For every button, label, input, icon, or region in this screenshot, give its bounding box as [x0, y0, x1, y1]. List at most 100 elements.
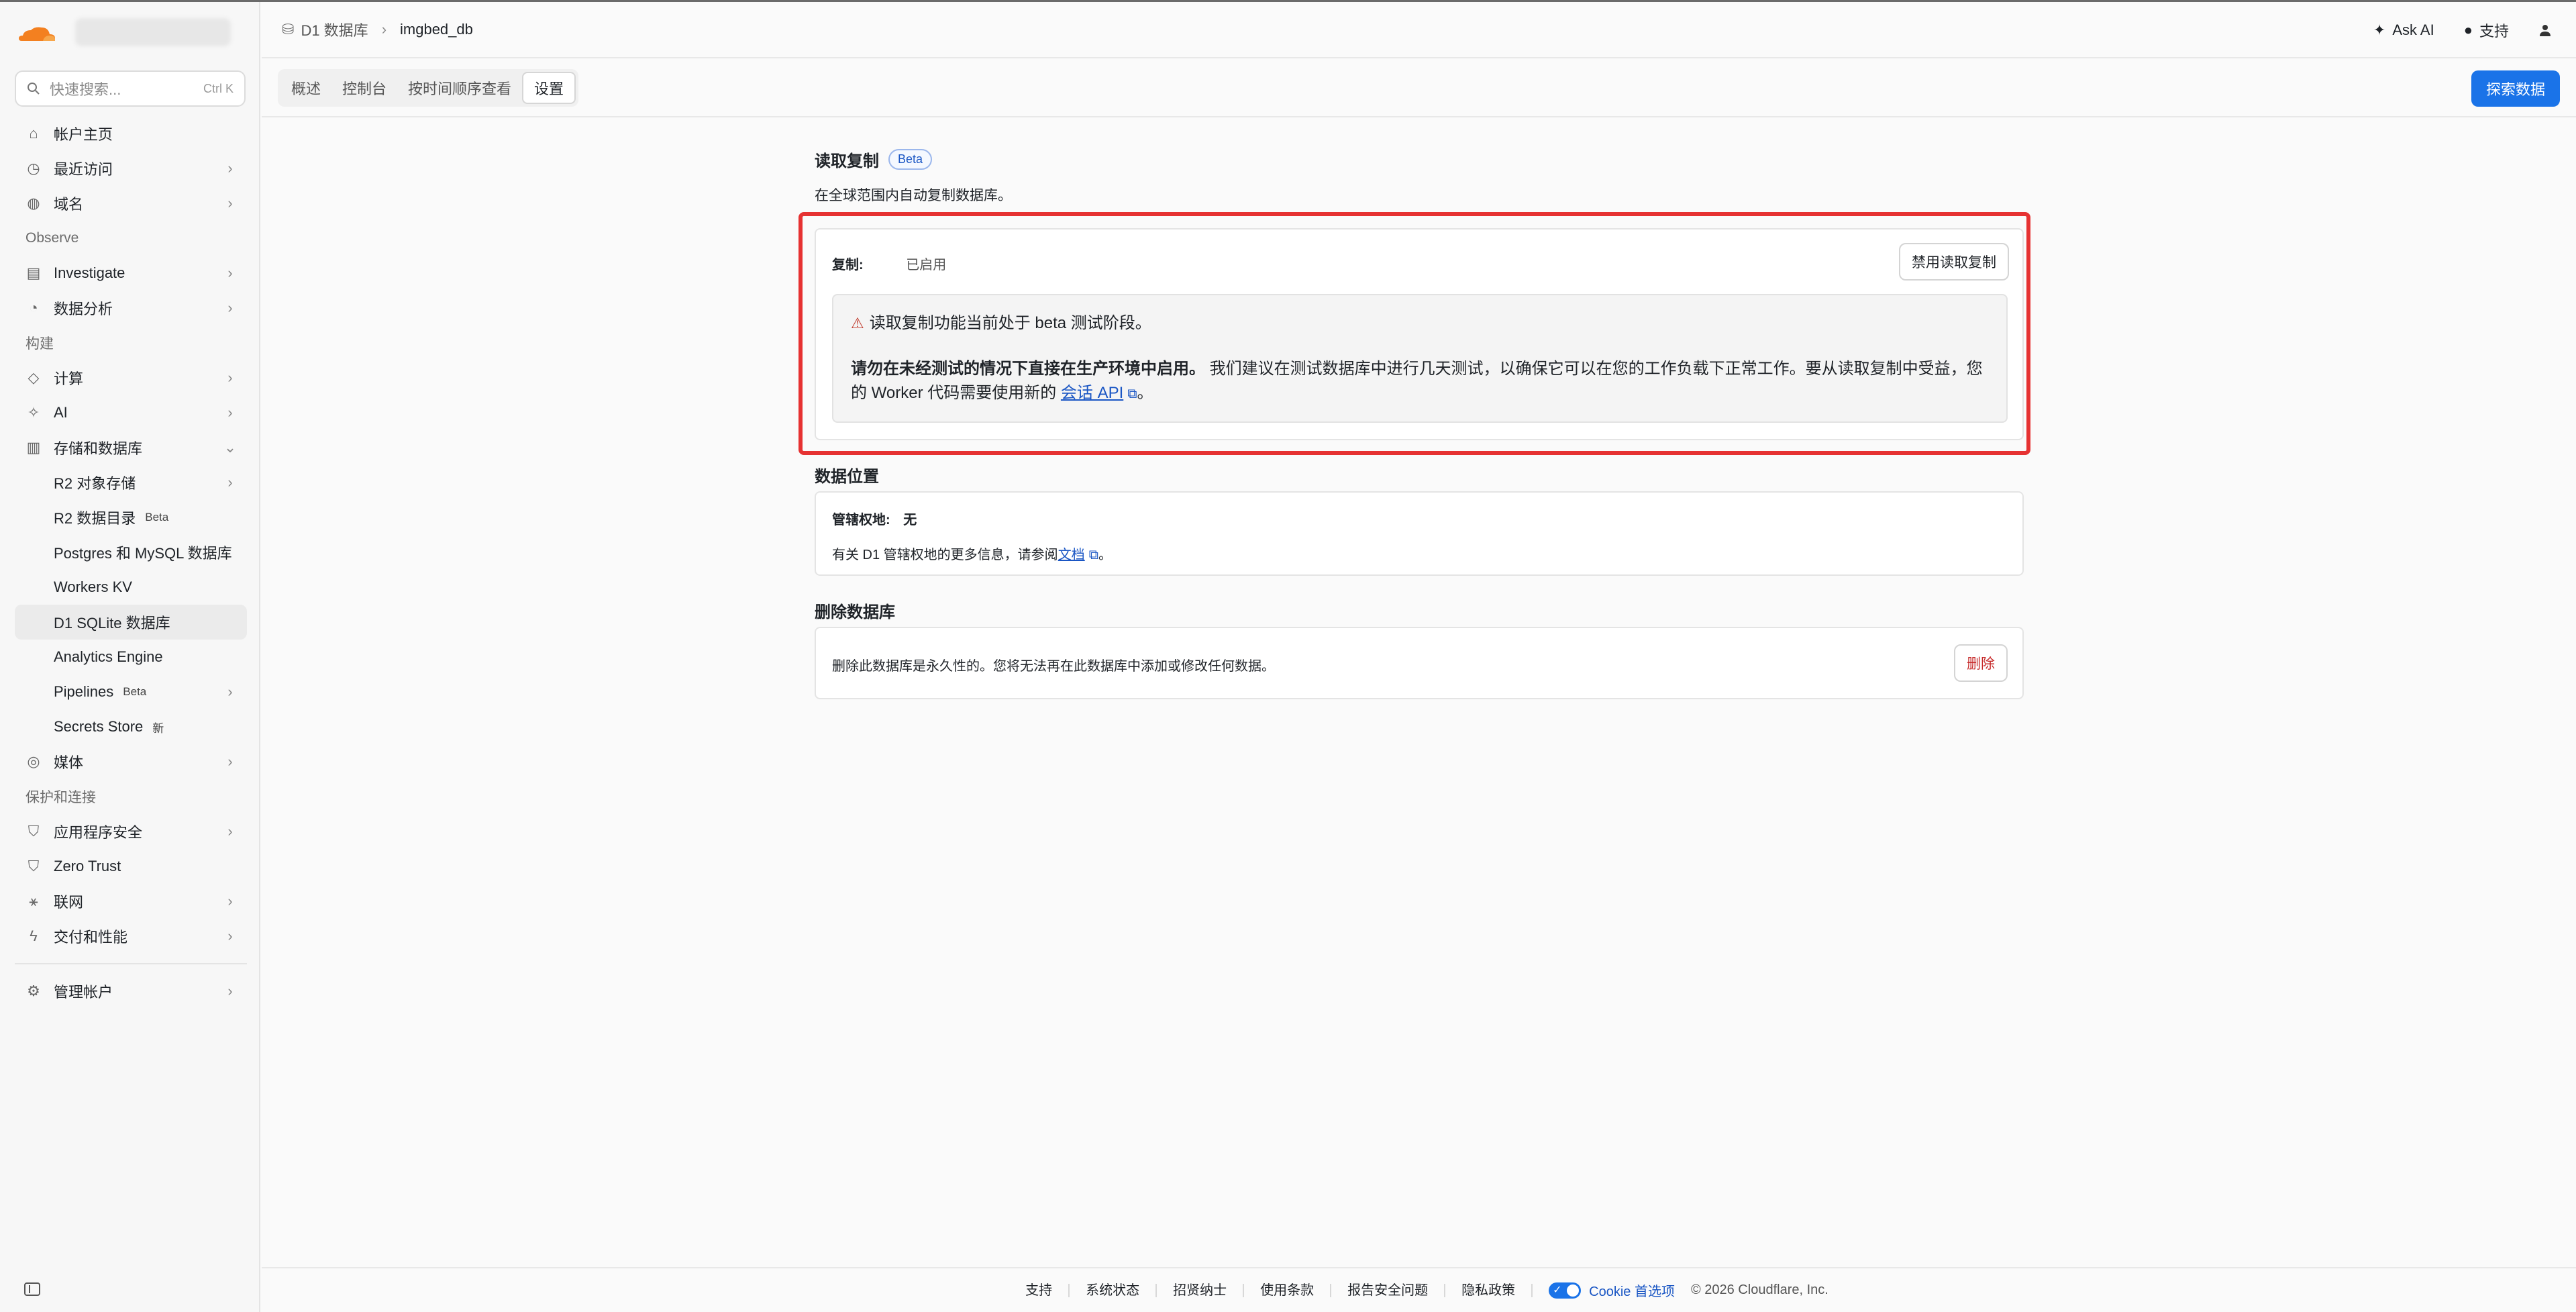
copyright: © 2026 Cloudflare, Inc. — [1690, 1282, 1828, 1297]
delete-button[interactable]: 删除 — [1954, 644, 2008, 682]
chevron-right-icon: › — [227, 893, 233, 909]
code-icon: ◇ — [28, 369, 40, 386]
sidebar-item-d1[interactable]: D1 SQLite 数据库 — [15, 605, 247, 640]
sidebar-item-manage-account[interactable]: ⚙ 管理帐户 › — [15, 974, 247, 1009]
replication-description: 在全球范围内自动复制数据库。 — [815, 188, 1012, 203]
replication-card: 复制: 已启用 禁用读取复制 ⚠ 读取复制功能当前处于 beta 测试阶段。 请… — [815, 228, 2024, 440]
docs-link[interactable]: 文档 — [1058, 548, 1085, 562]
footer-link-status[interactable]: 系统状态 — [1070, 1283, 1157, 1297]
sidebar-item-compute[interactable]: ◇ 计算 › — [15, 360, 247, 395]
tab-overview[interactable]: 概述 — [280, 72, 331, 104]
sidebar-item-storage[interactable]: ▥ 存储和数据库 ⌄ — [15, 430, 247, 465]
sidebar-item-networking[interactable]: ⚹ 联网 › — [15, 884, 247, 919]
external-link-icon: ⧉ — [1088, 548, 1098, 562]
warning-title-row: ⚠ 读取复制功能当前处于 beta 测试阶段。 — [851, 311, 1989, 336]
chevron-right-icon: › — [227, 982, 233, 999]
search-icon — [28, 83, 40, 95]
database-icon: ▥ — [26, 439, 41, 456]
account-name-blurred[interactable] — [75, 18, 231, 46]
chevron-right-icon: › — [227, 474, 233, 491]
cookie-toggle-icon — [1549, 1282, 1582, 1299]
sidebar-item-pipelines[interactable]: Pipelines Beta › — [15, 674, 247, 709]
home-icon: ⌂ — [29, 125, 38, 142]
support-button[interactable]: ● 支持 — [2464, 19, 2509, 41]
sparkle-icon: ✦ — [2373, 21, 2386, 38]
chevron-right-icon: › — [227, 264, 233, 281]
external-link-icon: ⧉ — [1127, 387, 1137, 401]
shield-lock-icon: ⛉ — [28, 858, 40, 874]
footer-link-security[interactable]: 报告安全问题 — [1331, 1283, 1446, 1297]
cookie-preferences[interactable]: Cookie 首选项 — [1549, 1280, 1675, 1300]
sidebar-item-postgres[interactable]: Postgres 和 MySQL 数据库 — [15, 535, 247, 570]
section-observe: Observe — [25, 230, 79, 246]
logo-row[interactable] — [16, 17, 58, 50]
footer-link-careers[interactable]: 招贤纳士 — [1157, 1283, 1245, 1297]
gear-icon: ⚙ — [27, 982, 40, 999]
lightning-icon: ϟ — [30, 927, 38, 944]
tab-console[interactable]: 控制台 — [331, 72, 397, 104]
warning-title: 读取复制功能当前处于 beta 测试阶段。 — [869, 314, 1151, 332]
sidebar-item-analytics[interactable]: ◔ 数据分析 › — [15, 291, 247, 325]
sidebar-item-workers-kv[interactable]: Workers KV — [15, 570, 247, 605]
breadcrumb-parent[interactable]: D1 数据库 — [301, 19, 368, 40]
section-protect: 保护和连接 — [25, 790, 96, 805]
sidebar-item-domains[interactable]: ◍ 域名 › — [15, 186, 247, 221]
location-card: 管辖权地: 无 有关 D1 管辖权地的更多信息，请参阅文档 ⧉。 — [815, 491, 2024, 576]
footer-link-support[interactable]: 支持 — [1009, 1283, 1070, 1297]
sidebar-item-delivery[interactable]: ϟ 交付和性能 › — [15, 919, 247, 954]
cloudflare-logo-icon — [19, 27, 55, 41]
sidebar-item-account-home[interactable]: ⌂ 帐户主页 — [15, 116, 247, 151]
user-menu-button[interactable] — [2538, 23, 2552, 37]
sidebar-item-recent[interactable]: ◷ 最近访问 › — [15, 151, 247, 186]
sidebar: 快速搜索... Ctrl K ⌂ 帐户主页 ◷ 最近访问 › ◍ 域名 › Ob… — [0, 2, 260, 1312]
sidebar-item-r2[interactable]: R2 对象存储 › — [15, 465, 247, 500]
ask-ai-button[interactable]: ✦ Ask AI — [2373, 21, 2434, 39]
sidebar-item-investigate[interactable]: ▤ Investigate › — [15, 256, 247, 291]
disable-replication-button[interactable]: 禁用读取复制 — [1899, 243, 2009, 281]
sidebar-collapse-icon[interactable] — [24, 1282, 40, 1296]
footer-link-privacy[interactable]: 隐私政策 — [1445, 1283, 1533, 1297]
network-icon: ⚹ — [29, 893, 38, 909]
session-api-link[interactable]: 会话 API — [1061, 384, 1123, 402]
sidebar-item-app-security[interactable]: ⛉ 应用程序安全 › — [15, 814, 247, 849]
jurisdiction-label: 管辖权地: — [832, 513, 890, 527]
globe-icon: ◍ — [27, 195, 40, 211]
chevron-down-icon: ⌄ — [223, 439, 237, 456]
beta-badge: Beta — [888, 149, 933, 170]
warning-body: 请勿在未经测试的情况下直接在生产环境中启用。 我们建议在测试数据库中进行几天测试… — [851, 360, 1983, 402]
replication-header: 读取复制 Beta 在全球范围内自动复制数据库。 — [815, 148, 2022, 205]
media-icon: ◎ — [27, 753, 40, 770]
sidebar-nav: ⌂ 帐户主页 ◷ 最近访问 › ◍ 域名 › Observe ▤ Investi… — [15, 116, 247, 1009]
sidebar-item-zero-trust[interactable]: ⛉ Zero Trust — [15, 849, 247, 884]
replication-label: 复制: — [832, 258, 864, 272]
chevron-right-icon: › — [227, 753, 233, 770]
footer: 支持 系统状态 招贤纳士 使用条款 报告安全问题 隐私政策 Cookie 首选项… — [262, 1267, 2576, 1312]
explore-data-button[interactable]: 探索数据 — [2471, 70, 2560, 107]
breadcrumb-current: imgbed_db — [400, 21, 473, 38]
chevron-right-icon: › — [227, 683, 233, 700]
user-icon — [2540, 25, 2551, 36]
tab-time-travel[interactable]: 按时间顺序查看 — [397, 72, 522, 104]
database-icon: ⛁ — [282, 21, 295, 38]
breadcrumb: ⛁ D1 数据库 › imgbed_db — [282, 19, 473, 40]
pie-chart-icon: ◔ — [29, 299, 38, 316]
footer-link-terms[interactable]: 使用条款 — [1244, 1283, 1332, 1297]
document-search-icon: ▤ — [26, 264, 41, 281]
sidebar-item-ai[interactable]: ✧ AI › — [15, 395, 247, 430]
sidebar-item-secrets-store[interactable]: Secrets Store 新 — [15, 709, 247, 744]
subnav: 概述 控制台 按时间顺序查看 设置 探索数据 — [262, 60, 2576, 117]
jurisdiction-value: 无 — [903, 513, 917, 527]
replication-status-row: 复制: 已启用 — [832, 254, 946, 273]
sidebar-item-r2-catalog[interactable]: R2 数据目录 Beta — [15, 500, 247, 535]
chevron-right-icon: › — [227, 927, 233, 944]
sidebar-item-analytics-engine[interactable]: Analytics Engine — [15, 640, 247, 674]
search-shortcut: Ctrl K — [203, 81, 234, 95]
beta-warning: ⚠ 读取复制功能当前处于 beta 测试阶段。 请勿在未经测试的情况下直接在生产… — [832, 294, 2008, 423]
tab-settings[interactable]: 设置 — [522, 72, 576, 104]
sidebar-item-media[interactable]: ◎ 媒体 › — [15, 744, 247, 779]
new-badge: 新 — [152, 721, 164, 735]
quick-search[interactable]: 快速搜索... Ctrl K — [15, 70, 246, 107]
delete-card: 删除此数据库是永久性的。您将无法再在此数据库中添加或修改任何数据。 删除 — [815, 627, 2024, 699]
replication-title-row: 读取复制 Beta — [815, 148, 2022, 171]
chevron-right-icon: › — [381, 21, 387, 38]
